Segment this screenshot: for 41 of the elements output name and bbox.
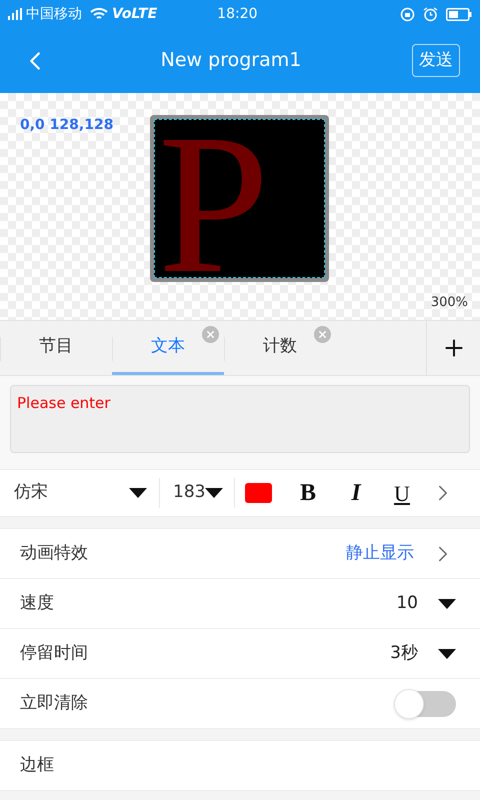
setting-label: 速度 [20,592,54,615]
toggle-switch[interactable] [394,690,456,716]
battery-icon [446,8,472,20]
alarm-icon [423,6,438,22]
italic-button[interactable]: I [343,475,369,511]
zoom-level: 300% [430,294,468,312]
setting-label: 边框 [20,754,54,777]
size-selector[interactable]: 183 [160,478,235,508]
signal-icon [8,8,22,20]
bold-button[interactable]: B [295,475,321,511]
tab[interactable]: 计数 [224,321,336,375]
window-title: New program1 [160,48,302,74]
dropdown-caret-icon [438,648,456,658]
color-swatch[interactable] [245,483,272,503]
rotation-lock-icon [400,6,415,22]
dropdown-caret-icon [438,598,456,608]
underline-button[interactable]: U [389,476,415,510]
close-tab-icon[interactable] [314,326,331,343]
dropdown-caret-icon [129,488,147,498]
setting-label: 停留时间 [20,642,88,665]
effect-value: 静止显示 [346,542,414,565]
settings-row[interactable]: 停留时间 3秒 [0,629,480,679]
setting-value: 3秒 [390,642,418,665]
font-selector[interactable]: 仿宋 [0,478,160,508]
preview-letter: P [158,119,270,278]
coordinates-label: 0,0 128,128 [20,116,114,135]
setting-value: 10 [396,592,418,615]
network-label: VoLTE [112,4,158,24]
status-time: 18:20 [217,4,258,24]
close-tab-icon[interactable] [202,326,219,343]
settings-row[interactable]: 边框 [0,741,480,791]
text-input-field[interactable]: Please enter [10,385,470,453]
tab[interactable]: 节目 [0,321,112,375]
setting-label: 动画特效 [20,542,88,565]
settings-row[interactable]: 立即清除 [0,679,480,729]
dropdown-caret-icon [205,488,224,498]
setting-label: 立即清除 [20,692,88,715]
settings-row[interactable]: 速度 10 [0,579,480,629]
carrier-name: 中国移动 [26,4,82,24]
settings-row[interactable]: 动画特效 静止显示 [0,529,480,579]
wifi-icon [90,8,108,20]
